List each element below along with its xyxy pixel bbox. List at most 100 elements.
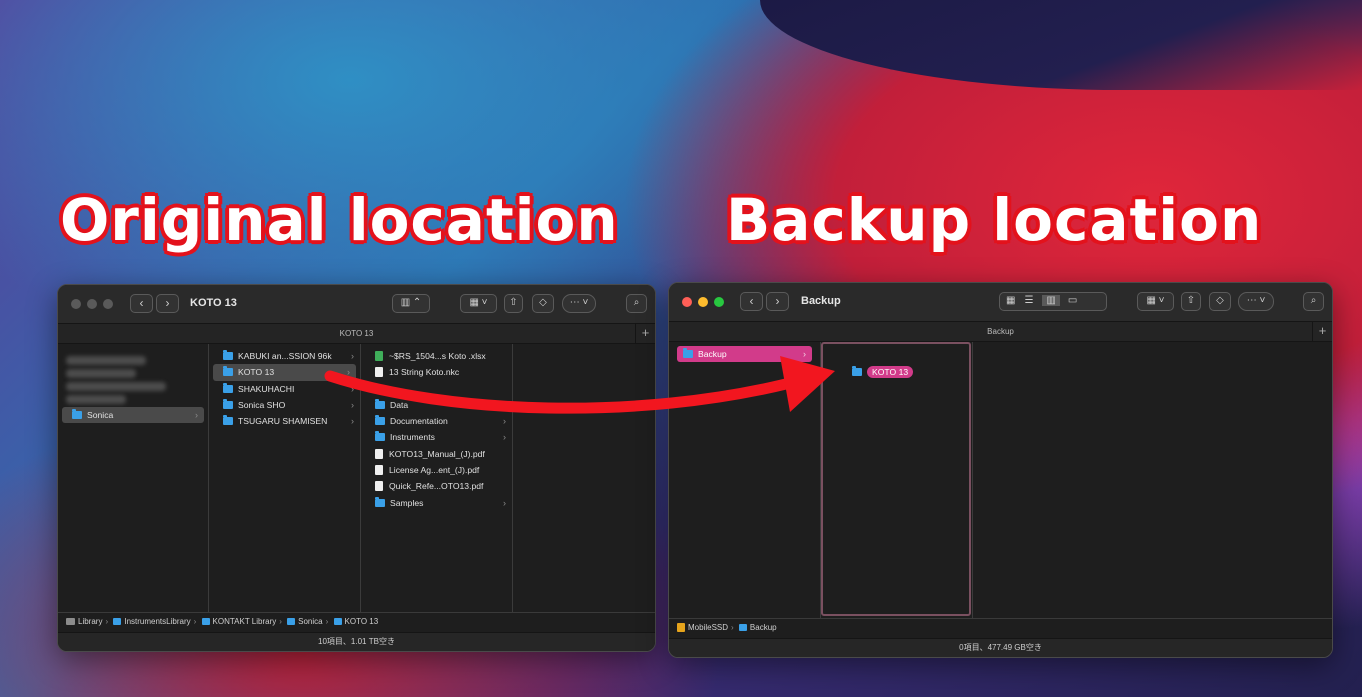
list-item-label: KOTO 13	[238, 367, 275, 378]
window-title: KOTO 13	[190, 297, 237, 309]
zoom-button[interactable]	[714, 297, 724, 307]
icon-view-icon[interactable]: ▦	[1006, 295, 1024, 306]
folder-icon	[72, 409, 82, 419]
chevron-right-icon: ›	[803, 349, 806, 359]
sidebar-item-label: Sonica	[87, 410, 114, 420]
folder-icon	[738, 624, 747, 631]
finder-window-original: ‹ › KOTO 13 ▥ ⌃ ▦ ˅ ⇧ ◇ ⋯ ˅ ⌕ KOTO 13 + …	[57, 284, 656, 652]
close-button[interactable]	[71, 299, 81, 309]
list-item[interactable]: KABUKI an...SSION 96k ›	[209, 348, 360, 364]
list-item[interactable]: License Ag...ent_(J).pdf	[361, 462, 512, 478]
list-item[interactable]: KOTO 13 ›	[213, 364, 356, 381]
share-icon[interactable]: ⇧	[504, 294, 523, 313]
chevron-right-icon: ›	[195, 410, 198, 420]
list-item[interactable]: ~$RS_1504...s Koto .xlsx	[361, 348, 512, 364]
backup-location-heading: Backup location	[726, 186, 1263, 254]
list-item[interactable]: Documentation ›	[361, 413, 512, 429]
chevron-right-icon[interactable]: ›	[766, 292, 789, 311]
ellipsis-icon[interactable]: ⋯ ˅	[1238, 292, 1274, 311]
sidebar-column: Sonica ›	[58, 344, 209, 612]
sidebar-column: Backup ›	[669, 342, 821, 618]
path-bar: MobileSSD › Backup	[669, 618, 1332, 637]
group-icon[interactable]: ▦ ˅	[1137, 292, 1174, 311]
chevron-right-icon: ›	[503, 416, 506, 427]
breadcrumb-item[interactable]: KONTAKT Library	[213, 617, 277, 626]
column-view-icon[interactable]: ▥	[1042, 295, 1060, 306]
blurred-item	[66, 395, 126, 404]
list-item[interactable]: Quick_Refe...OTO13.pdf	[361, 478, 512, 494]
chevron-right-icon: ›	[351, 383, 354, 394]
breadcrumb-item[interactable]: KOTO 13	[345, 617, 379, 626]
pdf-icon	[375, 465, 383, 476]
window-title: Backup	[801, 295, 841, 307]
chevron-right-icon: ›	[503, 432, 506, 443]
list-item-label: License Ag...ent_(J).pdf	[389, 465, 480, 476]
chevron-left-icon[interactable]: ‹	[740, 292, 763, 311]
sidebar-item-backup[interactable]: Backup ›	[677, 346, 812, 363]
chevron-right-icon: ›	[347, 367, 350, 378]
titlebar: ‹ › KOTO 13 ▥ ⌃ ▦ ˅ ⇧ ◇ ⋯ ˅ ⌕	[58, 285, 655, 323]
search-icon[interactable]: ⌕	[1303, 292, 1324, 311]
chevron-right-icon: ›	[351, 351, 354, 361]
tag-icon[interactable]: ◇	[532, 294, 554, 313]
list-item[interactable]: Sonica SHO ›	[209, 397, 360, 413]
pdf-icon	[375, 448, 383, 459]
minimize-button[interactable]	[698, 297, 708, 307]
breadcrumb-item[interactable]: InstrumentsLibrary	[124, 617, 190, 626]
zoom-button[interactable]	[103, 299, 113, 309]
chevron-right-icon: ›	[503, 497, 506, 508]
column-2: KABUKI an...SSION 96k › KOTO 13 › SHAKUHACHI…	[209, 344, 361, 612]
list-item-label: Documentation	[390, 416, 448, 427]
search-icon[interactable]: ⌕	[626, 294, 647, 313]
blurred-item	[66, 382, 166, 391]
list-item-label: 13 String Koto.nkc	[389, 367, 460, 378]
gallery-view-icon[interactable]: ▭	[1068, 295, 1086, 306]
list-item-label: SHAKUHACHI	[238, 383, 295, 394]
path-bar: Library › InstrumentsLibrary › KONTAKT Lib…	[58, 612, 655, 631]
breadcrumb-item[interactable]: Sonica	[298, 617, 322, 626]
plus-icon[interactable]: +	[635, 324, 655, 344]
sidebar-item-sonica[interactable]: Sonica ›	[62, 407, 204, 424]
ellipsis-icon[interactable]: ⋯ ˅	[562, 294, 596, 313]
tab-bar: KOTO 13 +	[58, 323, 655, 344]
group-icon[interactable]: ▦ ˅	[460, 294, 497, 313]
titlebar: ‹ › Backup ▦☰ ▥ ▭ ▦ ˅ ⇧ ◇ ⋯ ˅ ⌕	[669, 283, 1332, 321]
xlsx-icon	[375, 351, 383, 361]
drive-icon	[677, 623, 685, 632]
chevron-right-icon: ›	[351, 399, 354, 410]
chevron-right-icon[interactable]: ›	[156, 294, 179, 313]
wallpaper-shape	[760, 0, 1362, 90]
folder-icon	[375, 398, 385, 409]
folder-icon	[223, 350, 233, 360]
folder-icon	[375, 431, 385, 442]
list-item-label: KOTO13_Manual_(J).pdf	[389, 448, 485, 459]
document-icon	[375, 367, 383, 378]
list-item[interactable]: SHAKUHACHI ›	[209, 381, 360, 397]
column-2	[821, 342, 973, 618]
list-item[interactable]: KOTO13_Manual_(J).pdf	[361, 446, 512, 462]
breadcrumb-item[interactable]: Backup	[750, 623, 777, 632]
list-item[interactable]: TSUGARU SHAMISEN ›	[209, 413, 360, 429]
plus-icon[interactable]: +	[1312, 322, 1332, 342]
breadcrumb-item[interactable]: MobileSSD	[688, 623, 728, 632]
tab-label[interactable]: KOTO 13	[340, 329, 374, 338]
dragged-folder[interactable]: KOTO 13	[852, 366, 914, 378]
chevron-left-icon[interactable]: ‹	[130, 294, 153, 313]
chevron-right-icon: ›	[351, 416, 354, 427]
list-item[interactable]: Data	[361, 397, 512, 413]
list-item[interactable]: Samples ›	[361, 495, 512, 511]
folder-icon	[683, 348, 693, 358]
list-item[interactable]: 13 String Koto.nkc	[361, 364, 512, 380]
share-icon[interactable]: ⇧	[1181, 292, 1201, 311]
folder-icon	[223, 382, 233, 393]
tab-label[interactable]: Backup	[987, 327, 1014, 336]
minimize-button[interactable]	[87, 299, 97, 309]
close-button[interactable]	[682, 297, 692, 307]
view-switcher[interactable]: ▦☰ ▥ ▭	[999, 292, 1107, 311]
list-item[interactable]: Instruments ›	[361, 429, 512, 445]
list-view-icon[interactable]: ☰	[1024, 295, 1042, 306]
list-item-label: Instruments	[390, 432, 435, 443]
column-view-icon[interactable]: ▥ ⌃	[392, 294, 430, 313]
tag-icon[interactable]: ◇	[1209, 292, 1231, 311]
breadcrumb-item[interactable]: Library	[78, 617, 102, 626]
